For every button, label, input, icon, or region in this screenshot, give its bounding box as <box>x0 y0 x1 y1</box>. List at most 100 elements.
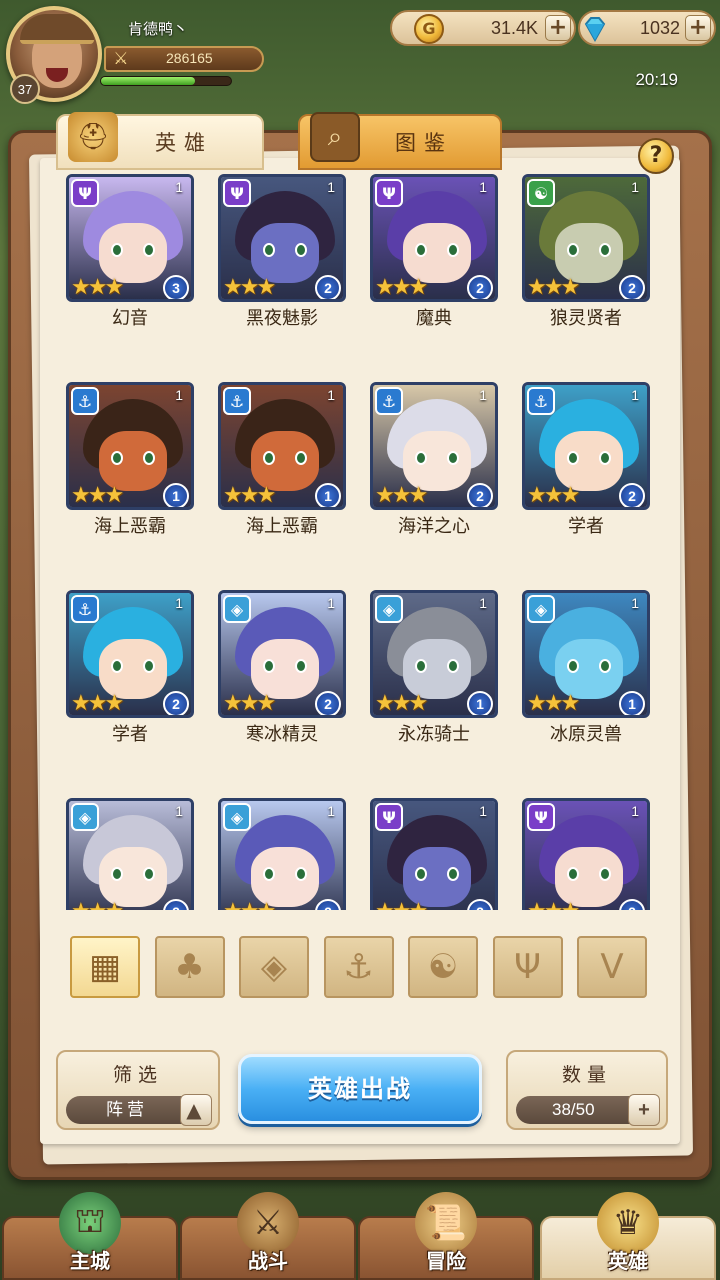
filter-box: 筛选 阵营 ▲ <box>56 1050 220 1130</box>
count-value: 38/50 <box>552 1100 595 1119</box>
gold-coin-icon: G <box>414 14 444 44</box>
hero-level: 1 <box>163 483 189 507</box>
caret-up-icon[interactable]: ▲ <box>180 1094 212 1126</box>
hero-count: 1 <box>631 595 639 611</box>
star-rating: ★★★ <box>375 275 429 300</box>
hero-count: 1 <box>327 803 335 819</box>
hero-card[interactable]: ⚓ 1 ★ ★ ★ 2 海洋之心 <box>370 382 498 542</box>
hero-card[interactable]: ◈1★★★2 <box>218 798 346 910</box>
faction-filter-bar: ▦ ♣ ◈ ⚓ ☯ Ψ V <box>70 936 660 1000</box>
hero-card[interactable]: ⚓ 1 ★ ★ ★ 2 学者 <box>522 382 650 542</box>
bottom-nav: ⛫ 主城 ⚔ 战斗 📜 冒险 ♛ 英雄 <box>0 1186 720 1280</box>
faction-blue-icon: ⚓ <box>527 387 555 415</box>
hero-name: 学者 <box>112 724 148 745</box>
star-icon: ★ <box>408 691 429 716</box>
hero-card[interactable]: ◈ 1 ★ ★ ★ 2 寒冰精灵 <box>218 590 346 750</box>
star-icon: ★ <box>256 483 277 508</box>
hero-level: 2 <box>619 483 645 507</box>
expand-capacity-button[interactable]: + <box>628 1094 660 1126</box>
hero-count: 1 <box>327 595 335 611</box>
hero-card[interactable]: ⚓ 1 ★ ★ ★ 1 海上恶霸 <box>218 382 346 542</box>
hero-name: 寒冰精灵 <box>246 724 318 745</box>
clock: 20:19 <box>635 70 678 89</box>
hero-count: 1 <box>479 595 487 611</box>
star-rating: ★★★ <box>527 277 580 299</box>
nav-battle[interactable]: ⚔ 战斗 <box>180 1192 356 1280</box>
hero-portrait: ⚓ 1 ★ ★ ★ 2 <box>370 382 498 510</box>
star-rating: ★★★ <box>375 485 428 507</box>
star-rating: ★★★ <box>71 277 124 299</box>
player-name: 肯德鸭丶 <box>128 20 189 38</box>
power-bar: ⚔ 286165 <box>104 46 264 72</box>
hero-count: 1 <box>175 179 183 195</box>
filter-ocean-faction-icon[interactable]: ⚓ <box>323 936 394 998</box>
gold-resource: G 31.4K + <box>390 10 576 46</box>
hero-count: 1 <box>327 387 335 403</box>
hero-card[interactable]: Ψ 1 ★ ★ ★ 3 幻音 <box>66 174 194 334</box>
tab-codex[interactable]: ⌕ 图鉴 <box>298 112 502 170</box>
hero-card[interactable]: ◈ 1 ★ ★ ★ 1 永冻骑士 <box>370 590 498 750</box>
star-rating: ★★★ <box>527 483 581 508</box>
hero-count: 1 <box>175 387 183 403</box>
player-level-badge: 37 <box>10 74 40 104</box>
hero-card[interactable]: ☯ 1 ★ ★ ★ 2 狼灵贤者 <box>522 174 650 334</box>
tab-heroes-label: 英雄 <box>155 131 213 155</box>
hero-card[interactable]: Ψ1★★★2 <box>370 798 498 910</box>
hero-card[interactable]: ◈ 1 ★ ★ ★ 1 冰原灵兽 <box>522 590 650 750</box>
hero-level: 2 <box>619 275 645 299</box>
faction-purple-icon: Ψ <box>375 803 403 831</box>
hero-level: 3 <box>163 275 189 299</box>
star-rating: ★★★ <box>375 901 428 911</box>
help-button[interactable]: ? <box>638 138 674 174</box>
hero-card[interactable]: ◈1★★★2 <box>66 798 194 910</box>
hero-count: 1 <box>175 803 183 819</box>
filter-nature-faction-icon[interactable]: ♣ <box>154 936 225 998</box>
filter-title: 筛选 <box>112 1064 163 1086</box>
faction-ice-icon: ◈ <box>71 803 99 831</box>
star-icon: ★ <box>104 901 124 911</box>
filter-all-factions-icon[interactable]: ▦ <box>70 936 140 998</box>
hero-portrait: ⚓ 1 ★ ★ ★ 1 <box>66 382 194 510</box>
filter-dropdown[interactable]: 阵营 ▲ <box>66 1094 212 1126</box>
hero-card[interactable]: ⚓ 1 ★ ★ ★ 2 学者 <box>66 590 194 750</box>
hero-portrait: Ψ 1 ★★★ 2 <box>218 174 346 302</box>
hero-name: 狼灵贤者 <box>550 308 622 329</box>
star-rating: ★★★ <box>223 483 277 508</box>
hero-count: 1 <box>479 179 487 195</box>
filter-ice-faction-icon[interactable]: ◈ <box>239 936 309 998</box>
hero-name: 海上恶霸 <box>94 516 166 537</box>
faction-purple-icon: Ψ <box>223 179 251 207</box>
hero-level: 2 <box>315 275 341 299</box>
gem-value: 1032 <box>639 18 680 38</box>
hero-level: 2 <box>467 483 493 507</box>
star-icon: ★ <box>560 483 581 508</box>
filter-shadow-faction-icon[interactable]: Ψ <box>492 936 563 998</box>
hero-card[interactable]: Ψ 1 ★ ★ ★ 2 魔典 <box>370 174 498 334</box>
count-title: 数量 <box>561 1064 612 1086</box>
nav-heroes[interactable]: ♛ 英雄 <box>540 1192 716 1280</box>
filter-beast-faction-icon[interactable]: ☯ <box>408 936 478 998</box>
hero-level: 2 <box>163 691 189 715</box>
add-gold-button[interactable]: + <box>545 15 571 41</box>
hero-name: 海洋之心 <box>398 516 470 537</box>
filter-dark-faction-icon[interactable]: V <box>577 936 647 998</box>
hero-name: 魔典 <box>416 308 452 329</box>
star-icon: ★ <box>408 275 429 300</box>
star-icon: ★ <box>104 483 125 508</box>
star-icon: ★ <box>560 691 581 716</box>
nav-adventure[interactable]: 📜 冒险 <box>358 1192 534 1280</box>
hero-card[interactable]: ⚓ 1 ★ ★ ★ 1 海上恶霸 <box>66 382 194 542</box>
add-gems-button[interactable]: + <box>685 15 711 41</box>
nav-home[interactable]: ⛫ 主城 <box>2 1192 178 1280</box>
hero-count-box: 数量 38/50 + <box>506 1050 668 1130</box>
exp-bar-fill <box>101 77 195 85</box>
hero-count: 1 <box>327 179 335 195</box>
tab-heroes[interactable]: ⛑ 英雄 <box>56 112 264 170</box>
hero-card[interactable]: Ψ1★★★2 <box>522 798 650 910</box>
faction-purple-icon: Ψ <box>71 179 99 207</box>
star-icon: ★ <box>256 901 276 911</box>
hero-grid-viewport[interactable]: Ψ 1 ★ ★ ★ 3 幻音 Ψ 1 ★ ★ ★ 2 黑夜魅影 Ψ 1 ★ ★ ★ 2 魔典 ☯ 1 ★ ★ ★ 2 狼灵贤者 ⚓ 1 ★ ★… <box>40 170 680 910</box>
deploy-heroes-button[interactable]: 英雄出战 <box>238 1054 482 1124</box>
hero-name: 黑夜魅影 <box>246 308 318 329</box>
hero-card[interactable]: Ψ 1 ★ ★ ★ 2 黑夜魅影 <box>218 174 346 334</box>
